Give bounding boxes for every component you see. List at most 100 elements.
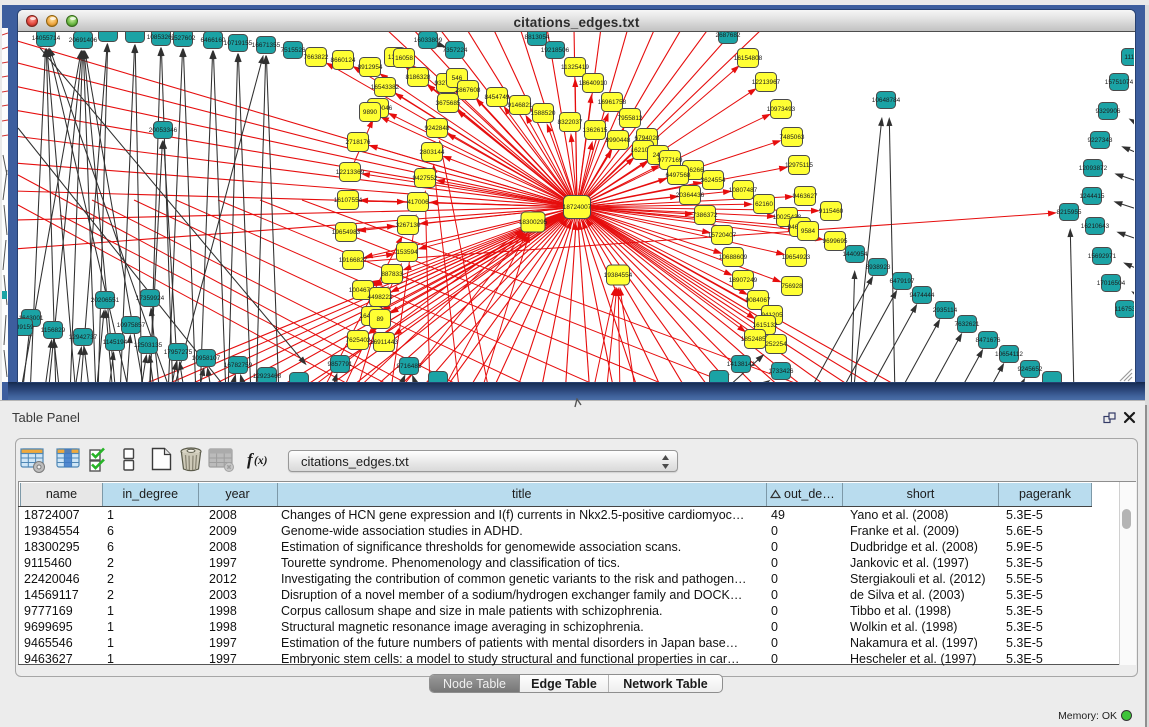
svg-text:756928: 756928 — [781, 283, 803, 290]
svg-text:7663822: 7663822 — [304, 54, 329, 61]
svg-text:20206551: 20206551 — [91, 297, 120, 304]
svg-text:10973493: 10973493 — [767, 106, 796, 113]
svg-text:1527602: 1527602 — [171, 35, 196, 42]
svg-text:3675685: 3675685 — [436, 100, 461, 107]
svg-text:9245652: 9245652 — [1018, 366, 1043, 373]
svg-text:9463627: 9463627 — [793, 193, 818, 200]
svg-text:9777169: 9777169 — [658, 157, 683, 164]
svg-text:887833: 887833 — [381, 271, 403, 278]
svg-text:62160: 62160 — [755, 201, 773, 208]
svg-text:9716485: 9716485 — [397, 363, 422, 370]
svg-text:9890: 9890 — [363, 109, 378, 116]
svg-text:116753: 116753 — [1115, 306, 1134, 313]
svg-text:9227343: 9227343 — [1088, 137, 1113, 144]
svg-text:1112: 1112 — [1124, 54, 1134, 61]
svg-text:(x): (x) — [254, 455, 268, 467]
svg-text:1156829: 1156829 — [41, 327, 66, 334]
svg-text:20053346: 20053346 — [149, 127, 178, 134]
svg-text:3624554: 3624554 — [701, 177, 726, 184]
svg-text:153594: 153594 — [396, 249, 418, 256]
svg-text:16961758: 16961758 — [598, 99, 627, 106]
svg-text:10975857: 10975857 — [117, 322, 146, 329]
svg-text:2935114: 2935114 — [933, 307, 958, 314]
svg-text:8912954: 8912954 — [358, 64, 383, 71]
svg-text:16671355: 16671355 — [252, 42, 281, 49]
svg-text:19654983: 19654983 — [332, 229, 361, 236]
svg-text:8322037: 8322037 — [558, 119, 583, 126]
svg-text:2718176: 2718176 — [346, 139, 371, 146]
svg-text:16210643: 16210643 — [1081, 223, 1110, 230]
svg-text:18724007: 18724007 — [563, 204, 592, 211]
svg-text:8660124: 8660124 — [331, 57, 356, 64]
svg-text:8990448: 8990448 — [606, 137, 631, 144]
svg-text:10654112: 10654112 — [995, 351, 1023, 358]
svg-text:1733426: 1733426 — [769, 368, 794, 375]
svg-text:18640910: 18640910 — [579, 80, 608, 87]
svg-text:9084067: 9084067 — [746, 297, 771, 304]
svg-text:1244415: 1244415 — [1080, 193, 1105, 200]
svg-text:1145194: 1145194 — [103, 339, 128, 346]
svg-text:9584: 9584 — [801, 228, 816, 235]
svg-text:7386372: 7386372 — [693, 212, 718, 219]
svg-text:10958107: 10958107 — [192, 355, 221, 362]
svg-text:9329906: 9329906 — [1096, 108, 1121, 115]
svg-text:2687682: 2687682 — [716, 32, 741, 39]
svg-text:7357224: 7357224 — [443, 47, 468, 54]
svg-text:12503135: 12503135 — [134, 342, 163, 349]
svg-text:2803144: 2803144 — [420, 149, 445, 156]
svg-text:15720407: 15720407 — [708, 232, 737, 239]
svg-text:9146821: 9146821 — [508, 102, 533, 109]
svg-text:1588520: 1588520 — [531, 110, 556, 117]
svg-text:16911443: 16911443 — [370, 339, 398, 346]
svg-text:8813054: 8813054 — [525, 34, 550, 41]
svg-text:15692971: 15692971 — [1088, 253, 1117, 260]
svg-text:16782759: 16782759 — [224, 362, 253, 369]
svg-text:7625402: 7625402 — [346, 337, 371, 344]
svg-text:19654923: 19654923 — [782, 254, 811, 261]
svg-text:10719155: 10719155 — [224, 40, 253, 47]
svg-text:14055714: 14055714 — [32, 35, 61, 42]
svg-text:19166827: 19166827 — [339, 257, 368, 264]
svg-text:2867608: 2867608 — [456, 87, 481, 94]
svg-text:15751074: 15751074 — [1105, 79, 1134, 86]
svg-text:7632621: 7632621 — [955, 321, 980, 328]
svg-text:8471676: 8471676 — [976, 337, 1001, 344]
svg-text:17359924: 17359924 — [136, 295, 165, 302]
svg-text:6466160: 6466160 — [201, 37, 226, 44]
svg-text:3267130: 3267130 — [396, 222, 421, 229]
svg-text:8454749: 8454749 — [485, 94, 510, 101]
svg-text:1615132: 1615132 — [753, 322, 778, 329]
svg-text:10807487: 10807487 — [729, 187, 758, 194]
svg-text:10688609: 10688609 — [719, 254, 748, 261]
svg-text:18300295: 18300295 — [519, 219, 548, 226]
svg-text:18907249: 18907249 — [729, 277, 758, 284]
svg-text:9474444: 9474444 — [910, 292, 935, 299]
svg-text:17957275: 17957275 — [164, 349, 193, 356]
svg-text:9857791: 9857791 — [328, 361, 353, 368]
svg-text:12213967: 12213967 — [752, 79, 781, 86]
svg-text:19384554: 19384554 — [604, 272, 633, 279]
svg-text:12093872: 12093872 — [1079, 165, 1108, 172]
svg-text:9699695: 9699695 — [823, 238, 848, 245]
svg-text:7515526: 7515526 — [281, 47, 306, 54]
svg-text:8215955: 8215955 — [1057, 209, 1082, 216]
svg-text:7955812: 7955812 — [618, 115, 643, 122]
svg-text:417006: 417006 — [407, 199, 429, 206]
svg-text:17016504: 17016504 — [1097, 280, 1126, 287]
svg-text:19218506: 19218506 — [541, 47, 570, 54]
svg-text:10648784: 10648784 — [872, 97, 901, 104]
svg-text:4498222: 4498222 — [368, 294, 393, 301]
svg-text:9115460: 9115460 — [819, 208, 844, 215]
svg-text:12923468: 12923468 — [253, 373, 282, 380]
svg-text:89: 89 — [376, 316, 384, 323]
svg-text:11325419: 11325419 — [561, 64, 589, 71]
svg-text:12213369: 12213369 — [336, 169, 365, 176]
svg-text:1362615: 1362615 — [583, 127, 608, 134]
svg-text:16107554: 16107554 — [334, 197, 363, 204]
svg-text:12942737: 12942737 — [69, 334, 98, 341]
svg-text:139159: 139159 — [18, 324, 34, 331]
svg-text:12975115: 12975115 — [785, 162, 813, 169]
svg-text:20364436: 20364436 — [676, 192, 705, 199]
svg-text:9242848: 9242848 — [425, 125, 450, 132]
svg-text:6497568: 6497568 — [666, 172, 691, 179]
